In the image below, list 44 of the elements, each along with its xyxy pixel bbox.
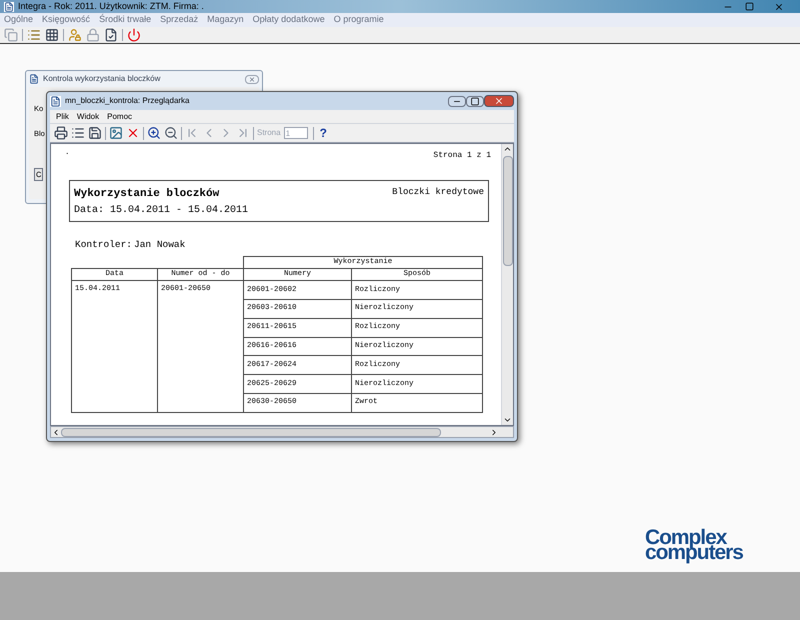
page-label: Strona [257,127,281,139]
close-icon[interactable] [484,95,514,107]
menu-item[interactable]: Widok [76,110,100,122]
menu-item[interactable]: Sprzedaż [160,13,198,27]
report-date: Data: 15.04.2011 - 15.04.2011 [74,204,248,218]
close-icon[interactable] [245,74,259,84]
restore-icon[interactable] [745,2,754,11]
menu-item[interactable]: Księgowość [42,13,90,27]
close-icon[interactable] [126,126,140,140]
zoom-out-icon[interactable] [164,126,178,140]
minimize-icon[interactable] [448,96,466,106]
window-title: mn_bloczki_kontrola: Przeglądarka [65,95,190,107]
dialog-title: Kontrola wykorzystania bloczków [43,73,160,85]
menu-item[interactable]: Pomoc [107,110,132,122]
menu-item[interactable]: Magazyn [207,13,244,27]
report-type: Bloczki kredytowe [392,186,484,199]
list-icon[interactable] [27,28,41,42]
grid-icon[interactable] [45,28,59,42]
vertical-scrollbar[interactable] [501,144,513,425]
app-icon [29,74,39,84]
app-icon [4,2,14,12]
horizontal-scrollbar[interactable] [50,426,514,438]
power-icon[interactable] [127,28,141,42]
zoom-in-icon[interactable] [147,126,161,140]
document-check-icon[interactable] [104,28,118,42]
page-field[interactable]: 1 [284,127,308,139]
controller-name: Jan Nowak [134,238,186,252]
app-icon [50,96,61,106]
image-icon[interactable] [109,126,123,140]
page-info: Strona 1 z 1 [433,150,491,162]
save-icon[interactable] [88,126,102,140]
user-lock-icon[interactable] [68,28,82,42]
menu-item[interactable]: Plik [56,110,69,122]
menu-item[interactable]: O programie [334,13,384,27]
controller-label: Kontroler: [75,238,132,252]
close-icon[interactable] [774,2,784,12]
report-title: Wykorzystanie bloczków [74,187,220,202]
menu-item[interactable]: Środki trwałe [99,13,152,27]
menu-item[interactable]: Ogólne [4,13,34,27]
window-title: Integra - Rok: 2011. Użytkownik: ZTM. Firma: . [18,0,204,13]
maximize-icon[interactable] [466,96,484,106]
printer-icon[interactable] [54,126,68,140]
help-button[interactable]: ? [316,124,330,142]
menu-item[interactable]: Opłaty dodatkowe [252,13,325,27]
